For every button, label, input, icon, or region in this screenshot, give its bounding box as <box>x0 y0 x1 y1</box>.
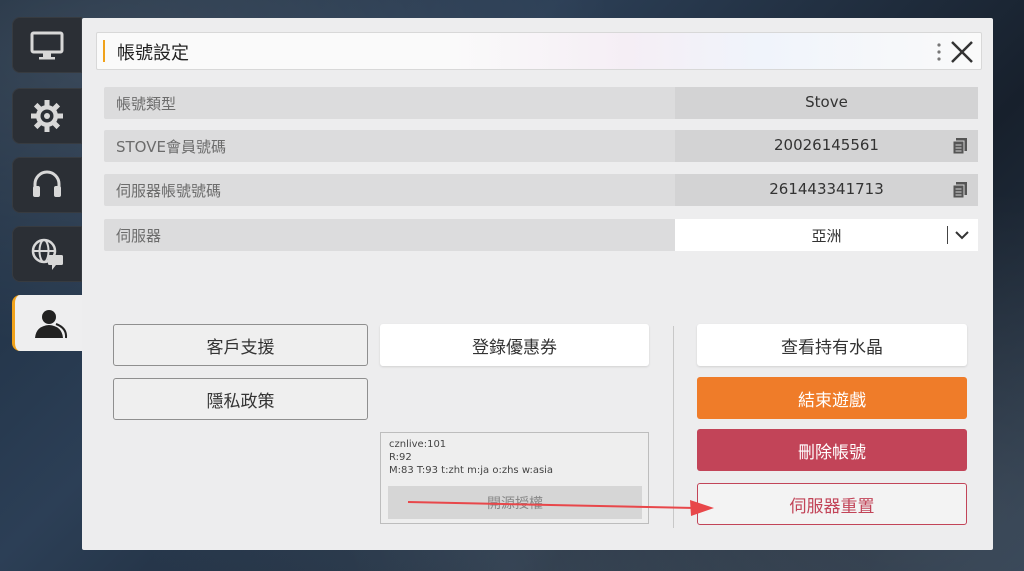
delete-account-button[interactable]: 刪除帳號 <box>697 429 967 471</box>
server-account-id-value: 261443341713 <box>769 180 884 198</box>
sidebar-tab-account[interactable] <box>12 295 85 351</box>
vertical-divider <box>673 326 674 528</box>
info-line-3: M:83 T:93 t:zht m:ja o:zhs w:asia <box>389 465 554 476</box>
account-type-label: 帳號類型 <box>116 95 177 113</box>
server-account-id-value-box: 261443341713 <box>675 174 978 206</box>
server-select-value: 亞洲 <box>811 227 842 245</box>
row-server-account-id: 伺服器帳號號碼 261443341713 <box>104 174 978 206</box>
copy-icon[interactable] <box>952 137 968 155</box>
server-reset-button[interactable]: 伺服器重置 <box>697 483 967 525</box>
chevron-down-icon[interactable] <box>954 228 970 242</box>
row-stove-id: STOVE會員號碼 20026145561 <box>104 130 978 162</box>
user-account-icon <box>35 310 68 339</box>
server-account-id-label: 伺服器帳號號碼 <box>116 182 222 200</box>
stove-id-value: 20026145561 <box>774 136 879 154</box>
headset-icon <box>33 170 61 197</box>
privacy-policy-button[interactable]: 隱私政策 <box>113 378 368 420</box>
page-title: 帳號設定 <box>117 43 189 64</box>
info-line-2: R:92 <box>389 452 412 463</box>
customer-support-button[interactable]: 客戶支援 <box>113 324 368 366</box>
globe-chat-icon <box>31 238 63 270</box>
stove-id-label: STOVE會員號碼 <box>116 138 226 156</box>
select-divider <box>947 226 948 244</box>
info-line-1: cznlive:101 <box>389 439 447 450</box>
gear-icon <box>31 100 63 132</box>
account-settings-panel: 帳號設定 帳號類型 Stove STOVE會員號碼 20026145561 伺服… <box>82 18 993 550</box>
sidebar-tab-settings[interactable] <box>12 88 82 144</box>
end-game-button[interactable]: 結束遊戲 <box>697 377 967 419</box>
version-info-box: cznlive:101 R:92 M:83 T:93 t:zht m:ja o:… <box>380 432 649 524</box>
coupon-button[interactable]: 登錄優惠券 <box>380 324 649 366</box>
account-type-value: Stove <box>805 93 848 111</box>
row-server: 伺服器 亞洲 <box>104 219 978 251</box>
open-source-license-button[interactable]: 開源授權 <box>388 486 642 519</box>
account-type-value-box: Stove <box>675 87 978 119</box>
copy-icon[interactable] <box>952 181 968 199</box>
sidebar-tab-language[interactable] <box>12 226 82 282</box>
monitor-icon <box>30 31 64 60</box>
title-accent <box>103 40 105 62</box>
more-options-icon[interactable] <box>936 42 942 62</box>
view-crystals-button[interactable]: 查看持有水晶 <box>697 324 967 366</box>
close-icon[interactable] <box>949 39 975 65</box>
title-bar: 帳號設定 <box>96 32 982 70</box>
row-account-type: 帳號類型 Stove <box>104 87 978 119</box>
stove-id-value-box: 20026145561 <box>675 130 978 162</box>
server-select[interactable]: 亞洲 <box>675 219 978 251</box>
sidebar-tab-display[interactable] <box>12 17 82 73</box>
sidebar-tab-support[interactable] <box>12 157 82 213</box>
server-label: 伺服器 <box>116 227 162 245</box>
